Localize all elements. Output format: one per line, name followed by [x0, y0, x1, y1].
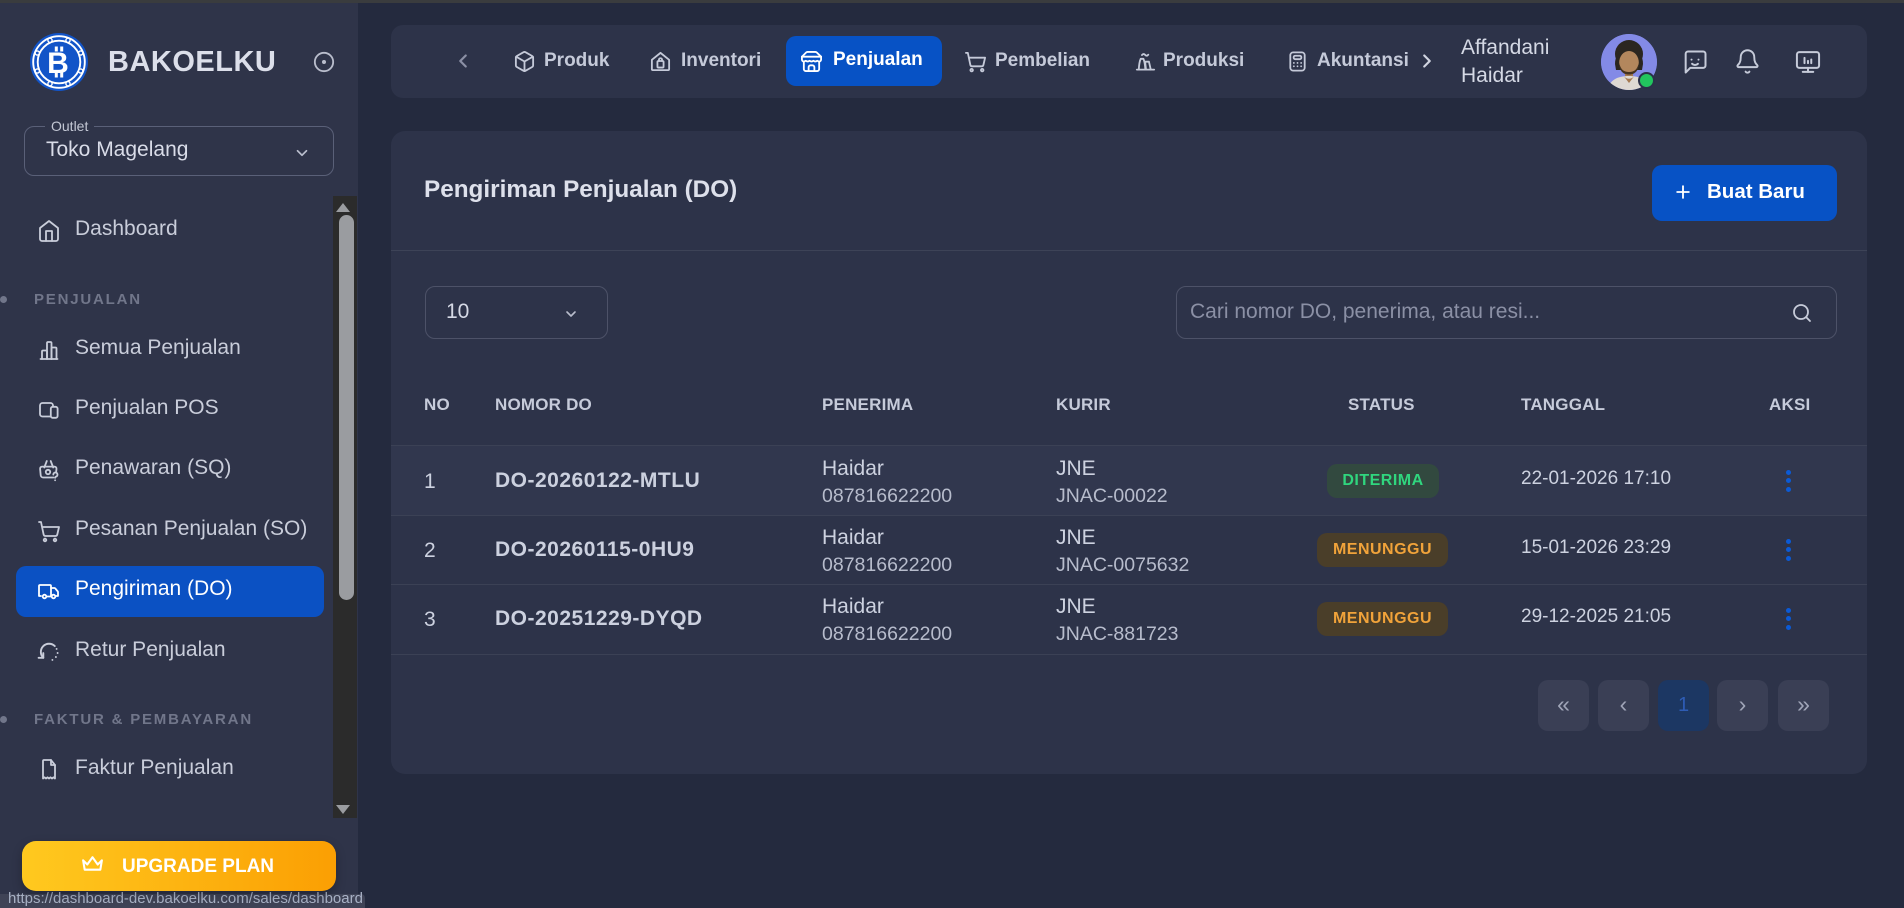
svg-text:B: B — [47, 47, 69, 80]
